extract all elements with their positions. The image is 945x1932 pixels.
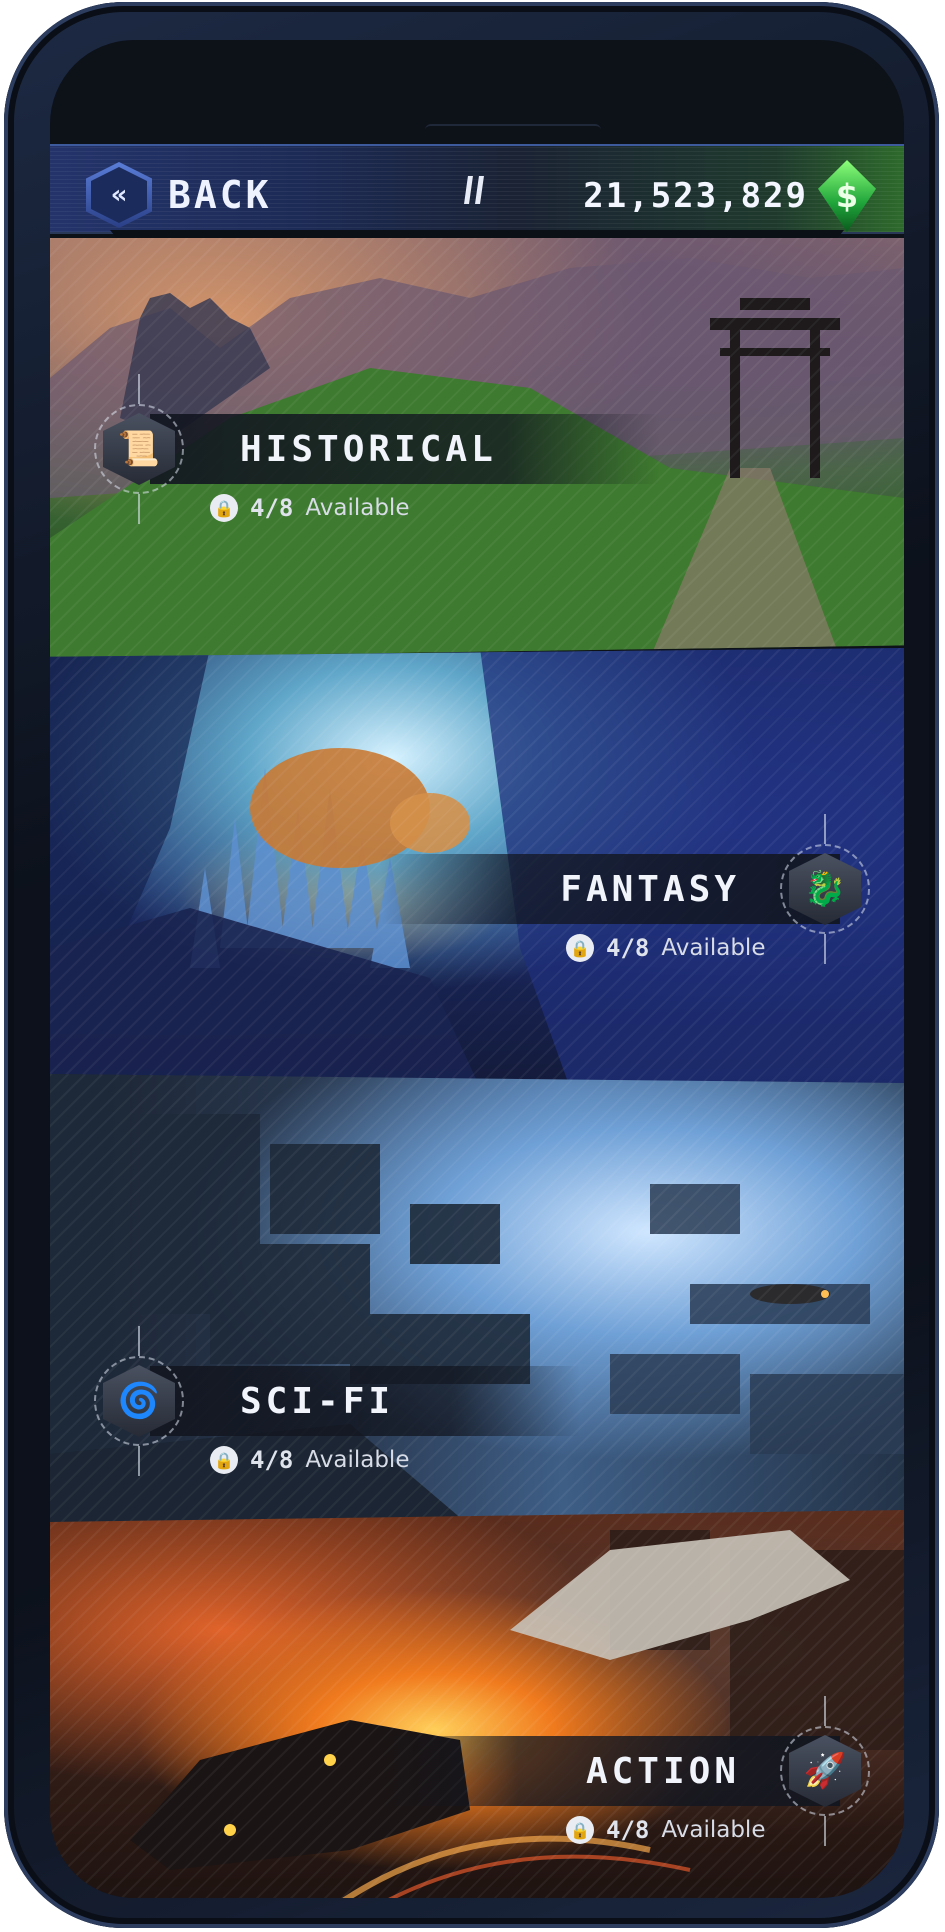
available-label: Available	[661, 1817, 766, 1843]
emblem-stem	[824, 1696, 826, 1726]
available-label: Available	[661, 935, 766, 961]
action-label-panel: ACTION	[380, 1736, 840, 1806]
category-title-fantasy: FANTASY	[560, 868, 740, 910]
available-count: 4/8	[250, 1446, 294, 1474]
card-stripes	[50, 1074, 904, 1526]
pause-icon-bar	[475, 176, 484, 204]
scifi-emblem: 🌀	[94, 1326, 184, 1476]
action-availability: 🔒 4/8 Available	[566, 1816, 765, 1844]
historical-emblem: 📜	[94, 374, 184, 524]
back-button[interactable]: « BACK	[86, 160, 272, 230]
fantasy-label-panel: FANTASY	[380, 854, 840, 924]
back-label: BACK	[168, 173, 272, 217]
category-card-scifi[interactable]: SCI-FI 🌀 🔒 4/8 Available	[50, 1074, 904, 1526]
historical-label-panel: HISTORICAL	[150, 414, 660, 484]
available-label: Available	[305, 495, 410, 521]
currency-value: 21,523,829	[583, 176, 808, 216]
currency-display: 21,523,829 $	[583, 158, 876, 234]
emblem-stem	[138, 494, 140, 524]
back-icon-frame: «	[86, 162, 152, 228]
category-card-fantasy[interactable]: FANTASY 🐉 🔒 4/8 Available	[50, 648, 904, 1088]
category-title-historical: HISTORICAL	[240, 428, 497, 470]
double-chevron-left-icon: «	[91, 167, 147, 223]
category-card-action[interactable]: ACTION 🚀 🔒 4/8 Available	[50, 1510, 904, 1898]
emblem-stem	[824, 1816, 826, 1846]
emblem-stem	[824, 814, 826, 844]
available-label: Available	[305, 1447, 410, 1473]
historical-availability: 🔒 4/8 Available	[210, 494, 409, 522]
pause-icon	[464, 176, 473, 204]
emblem-stem	[138, 374, 140, 404]
emblem-stem	[138, 1446, 140, 1476]
category-title-action: ACTION	[585, 1750, 740, 1792]
lock-icon: 🔒	[566, 934, 594, 962]
category-card-historical[interactable]: HISTORICAL 📜 🔒 4/8 Available	[50, 238, 904, 658]
game-screen: « BACK 21,523,829 $ HISTORICAL 📜 🔒 4/8 A…	[50, 40, 904, 1898]
phone-frame: « BACK 21,523,829 $ HISTORICAL 📜 🔒 4/8 A…	[4, 2, 939, 1928]
lock-icon: 🔒	[210, 494, 238, 522]
available-count: 4/8	[250, 494, 294, 522]
emblem-stem	[138, 1326, 140, 1356]
scifi-label-panel: SCI-FI	[150, 1366, 580, 1436]
lock-icon: 🔒	[566, 1816, 594, 1844]
available-count: 4/8	[606, 1816, 650, 1844]
lock-icon: 🔒	[210, 1446, 238, 1474]
category-title-scifi: SCI-FI	[240, 1380, 395, 1422]
dollar-gem-icon[interactable]: $	[818, 160, 876, 232]
card-stripes	[50, 1510, 904, 1898]
pause-button[interactable]	[460, 172, 490, 212]
emblem-stem	[824, 934, 826, 964]
action-emblem: 🚀	[780, 1696, 870, 1846]
currency-symbol: $	[835, 177, 859, 215]
fantasy-availability: 🔒 4/8 Available	[566, 934, 765, 962]
fantasy-emblem: 🐉	[780, 814, 870, 964]
scifi-availability: 🔒 4/8 Available	[210, 1446, 409, 1474]
available-count: 4/8	[606, 934, 650, 962]
